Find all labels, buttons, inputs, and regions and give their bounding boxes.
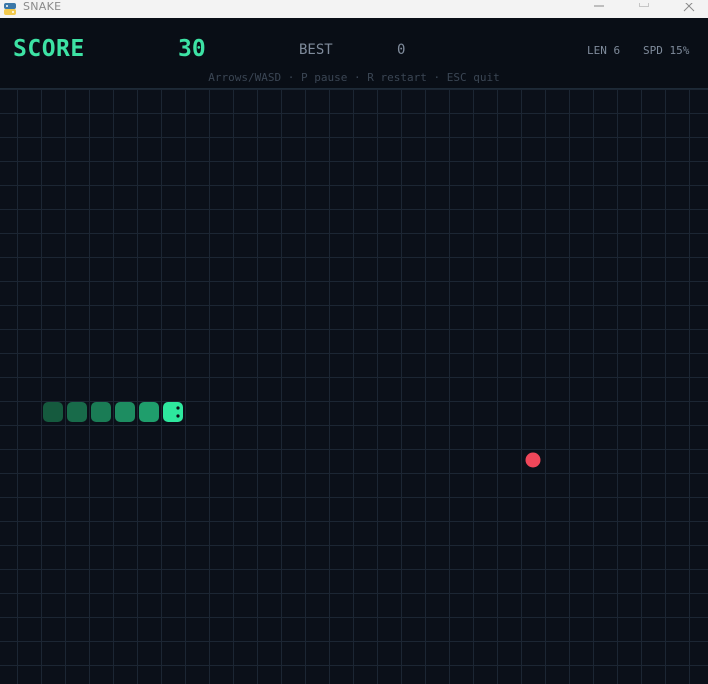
score-label: SCORE xyxy=(13,36,85,62)
snake-head xyxy=(163,402,183,422)
close-button[interactable] xyxy=(666,0,708,18)
best-label: BEST xyxy=(299,42,333,58)
speed-indicator: SPD 15% xyxy=(643,44,690,57)
window-title: SNAKE xyxy=(23,0,62,13)
close-icon xyxy=(683,3,695,12)
snake-body-segment xyxy=(139,402,159,422)
game-board-canvas[interactable] xyxy=(0,89,708,684)
score-value: 30 xyxy=(178,36,206,62)
food-layer xyxy=(525,452,541,468)
maximize-icon xyxy=(639,3,649,7)
snake-body-segment xyxy=(43,402,63,422)
python-app-icon xyxy=(4,3,16,15)
window-titlebar: SNAKE xyxy=(0,0,708,18)
snake-body-segment xyxy=(67,402,87,422)
controls-hint: Arrows/WASD · P pause · R restart · ESC … xyxy=(208,71,500,84)
snake-length: LEN 6 xyxy=(587,44,621,57)
snake-body-segment xyxy=(91,402,111,422)
grid-lines xyxy=(0,89,708,684)
best-value: 0 xyxy=(397,42,406,58)
hud-bar: SCORE 30 BEST 0 LEN 6 SPD 15% Arrows/WAS… xyxy=(0,18,708,89)
game-board[interactable] xyxy=(0,89,708,684)
minimize-button[interactable] xyxy=(576,0,622,18)
snake-eye xyxy=(176,414,180,418)
maximize-button[interactable] xyxy=(621,0,667,18)
minimize-icon xyxy=(594,5,604,7)
snake-body-segment xyxy=(115,402,135,422)
snake-eye xyxy=(176,406,180,410)
food-apple xyxy=(525,452,541,468)
